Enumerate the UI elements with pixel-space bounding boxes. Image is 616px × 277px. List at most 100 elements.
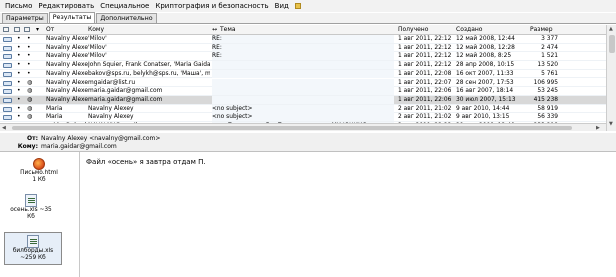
flag-dot-icon[interactable]: ◍: [27, 113, 32, 122]
cell-subject: RE:: [212, 44, 222, 51]
flag-dot-icon[interactable]: •: [27, 52, 31, 61]
col-created[interactable]: Создано: [456, 25, 482, 34]
message-row[interactable]: • ◍ Maria Navalny Alexey <no subject> 2 авг 2…: [0, 113, 606, 122]
from-value[interactable]: Navalny Alexey <navalny@gmail.com>: [41, 135, 160, 142]
cell-size: 56 339: [537, 114, 558, 121]
flag-dot-icon[interactable]: ◍: [27, 105, 32, 114]
attachment-name: осень.xls ~35: [10, 207, 52, 213]
col-subject[interactable]: Тема: [220, 25, 236, 34]
cell-received: 1 авг 2011, 22:12: [398, 62, 452, 69]
message-row[interactable]: • • Navalny Alexey 'Milov' RE: 1 авг 2011, 22…: [0, 43, 606, 53]
cell-from: Maria: [46, 114, 63, 121]
horizontal-scrollbar[interactable]: ◀ ▶: [0, 123, 606, 131]
flag-col-icon[interactable]: [24, 25, 30, 35]
message-body: Файл «осень» я завтра отдам П.: [86, 158, 206, 166]
col-from[interactable]: От: [46, 25, 54, 34]
col-subject-icon: ↔: [212, 26, 218, 33]
message-row[interactable]: • ◍ Navalny Alexey mgaidar@list.ru 1 авг 201…: [0, 78, 606, 88]
cell-subject: RE:: [212, 36, 222, 42]
cell-size: 5 761: [541, 70, 558, 77]
cell-received: 2 авг 2011, 21:02: [398, 114, 452, 121]
envelope-col-icon[interactable]: [3, 25, 9, 35]
message-list[interactable]: • • Navalny Alexey 'Milov' RE: 1 авг 2011, 22…: [0, 35, 606, 131]
cell-size: 13 520: [537, 62, 558, 69]
menu-crypto[interactable]: Криптография и безопасность: [155, 2, 268, 10]
message-row[interactable]: • • Navalny Alexey 'Milov' RE: 1 авг 2011, 22…: [0, 35, 606, 44]
message-list-header: ▾ От Кому ↔ Тема Получено Создано Размер: [0, 25, 606, 35]
message-row[interactable]: • ◍ Navalny Alexey maria.gaidar@gmail.com 1 …: [0, 87, 606, 96]
attachment-html[interactable]: Письмо.html 1 Кб: [10, 158, 68, 184]
attachment-size: ~259 Кб: [20, 255, 46, 261]
attach-col-icon[interactable]: [14, 25, 20, 35]
envelope-icon: [3, 45, 12, 51]
message-row[interactable]: • ◍ Maria Navalny Alexey <no subject> 2 авг 2…: [0, 104, 606, 114]
envelope-icon: [3, 80, 12, 86]
col-received[interactable]: Получено: [398, 25, 428, 34]
envelope-icon: [3, 106, 12, 112]
cell-to: mgaidar@list.ru: [88, 79, 136, 86]
tab-params[interactable]: Параметры: [2, 13, 48, 23]
scroll-left-icon[interactable]: ◀: [2, 124, 6, 132]
menu-letter[interactable]: Письмо: [5, 2, 32, 10]
cell-from: Navalny Alexey: [46, 62, 88, 69]
to-value[interactable]: maria.gaidar@gmail.com: [41, 143, 117, 150]
attachment-billboards[interactable]: билборды.xls ~259 Кб: [4, 232, 62, 265]
xls-file-icon: [25, 194, 37, 207]
cell-subject: <no subject>: [212, 114, 253, 121]
cell-from: Navalny Alexey: [46, 79, 88, 86]
scroll-up-icon[interactable]: ▲: [609, 26, 613, 32]
envelope-icon: [3, 115, 12, 121]
message-row[interactable]: • • Navalny Alexey bakov@sps.ru, belykh@sps…: [0, 69, 606, 79]
cell-from: Navalny Alexey: [46, 53, 88, 60]
status-dot-icon: •: [17, 43, 21, 51]
flag-dot-icon[interactable]: •: [27, 44, 31, 53]
cell-to: Navalny Alexey: [88, 114, 134, 121]
message-row[interactable]: • • Navalny Alexey John Squier, Frank Conat…: [0, 61, 606, 70]
scroll-thumb[interactable]: [609, 35, 615, 53]
cell-from: Navalny Alexey: [46, 36, 88, 42]
envelope-icon: [3, 71, 12, 77]
status-dot-icon: •: [17, 78, 21, 86]
cell-subject: RE:: [212, 53, 222, 60]
menu-special[interactable]: Специальное: [100, 2, 149, 10]
cell-from: Navalny Alexey: [46, 44, 88, 51]
flag-dot-icon[interactable]: ◍: [27, 96, 32, 105]
cell-to: bakov@sps.ru, belykh@sps.ru, 'Маша', mar…: [88, 70, 210, 77]
cell-received: 1 авг 2011, 22:06: [398, 96, 452, 103]
menu-view[interactable]: Вид: [275, 2, 289, 10]
cell-received: 1 авг 2011, 22:06: [398, 88, 452, 95]
cell-subject: <no subject>: [212, 105, 253, 112]
cell-received: 1 авг 2011, 22:07: [398, 79, 452, 86]
cell-size: 106 995: [533, 79, 558, 86]
flag-dot-icon[interactable]: •: [27, 70, 31, 79]
xls-file-icon: [27, 235, 39, 248]
cell-from: Navalny Alexey: [46, 70, 88, 77]
flag-dot-icon[interactable]: •: [27, 35, 31, 44]
vertical-scrollbar[interactable]: ▲ ▼: [606, 25, 616, 131]
flag-dot-icon[interactable]: ◍: [27, 79, 32, 88]
tab-extra[interactable]: Дополнительно: [96, 13, 157, 23]
tab-results[interactable]: Результаты: [48, 12, 96, 23]
attachment-autumn[interactable]: осень.xls ~35 Кб: [2, 194, 60, 221]
menu-edit[interactable]: Редактировать: [38, 2, 94, 10]
attachments-pane: Письмо.html 1 Кб осень.xls ~35 Кб билбор…: [0, 152, 80, 277]
flag-dot-icon[interactable]: •: [27, 61, 31, 70]
cell-to: 'Milov': [88, 36, 107, 42]
envelope-icon: [3, 37, 12, 42]
col-size[interactable]: Размер: [530, 25, 553, 34]
cell-to: Navalny Alexey: [88, 105, 134, 112]
status-dot-icon: •: [17, 104, 21, 112]
html-file-icon: [33, 158, 45, 170]
square-icon[interactable]: [294, 3, 301, 9]
message-row[interactable]: • ◍ Navalny Alexey maria.gaidar@gmail.com 1 …: [0, 95, 606, 105]
cell-to: 'Milov': [88, 53, 107, 60]
flag-dot-icon[interactable]: ◍: [27, 87, 32, 96]
message-row[interactable]: • • Navalny Alexey 'Milov' RE: 1 авг 2011, 22…: [0, 52, 606, 62]
scroll-down-icon[interactable]: ▼: [609, 121, 613, 127]
hscroll-thumb[interactable]: [12, 126, 572, 130]
col-to[interactable]: Кому: [88, 25, 104, 34]
scroll-right-icon[interactable]: ▶: [596, 124, 600, 132]
cell-size: 53 245: [537, 88, 558, 95]
message-header: От: Navalny Alexey <navalny@gmail.com> К…: [0, 133, 616, 152]
envelope-icon: [3, 54, 12, 60]
